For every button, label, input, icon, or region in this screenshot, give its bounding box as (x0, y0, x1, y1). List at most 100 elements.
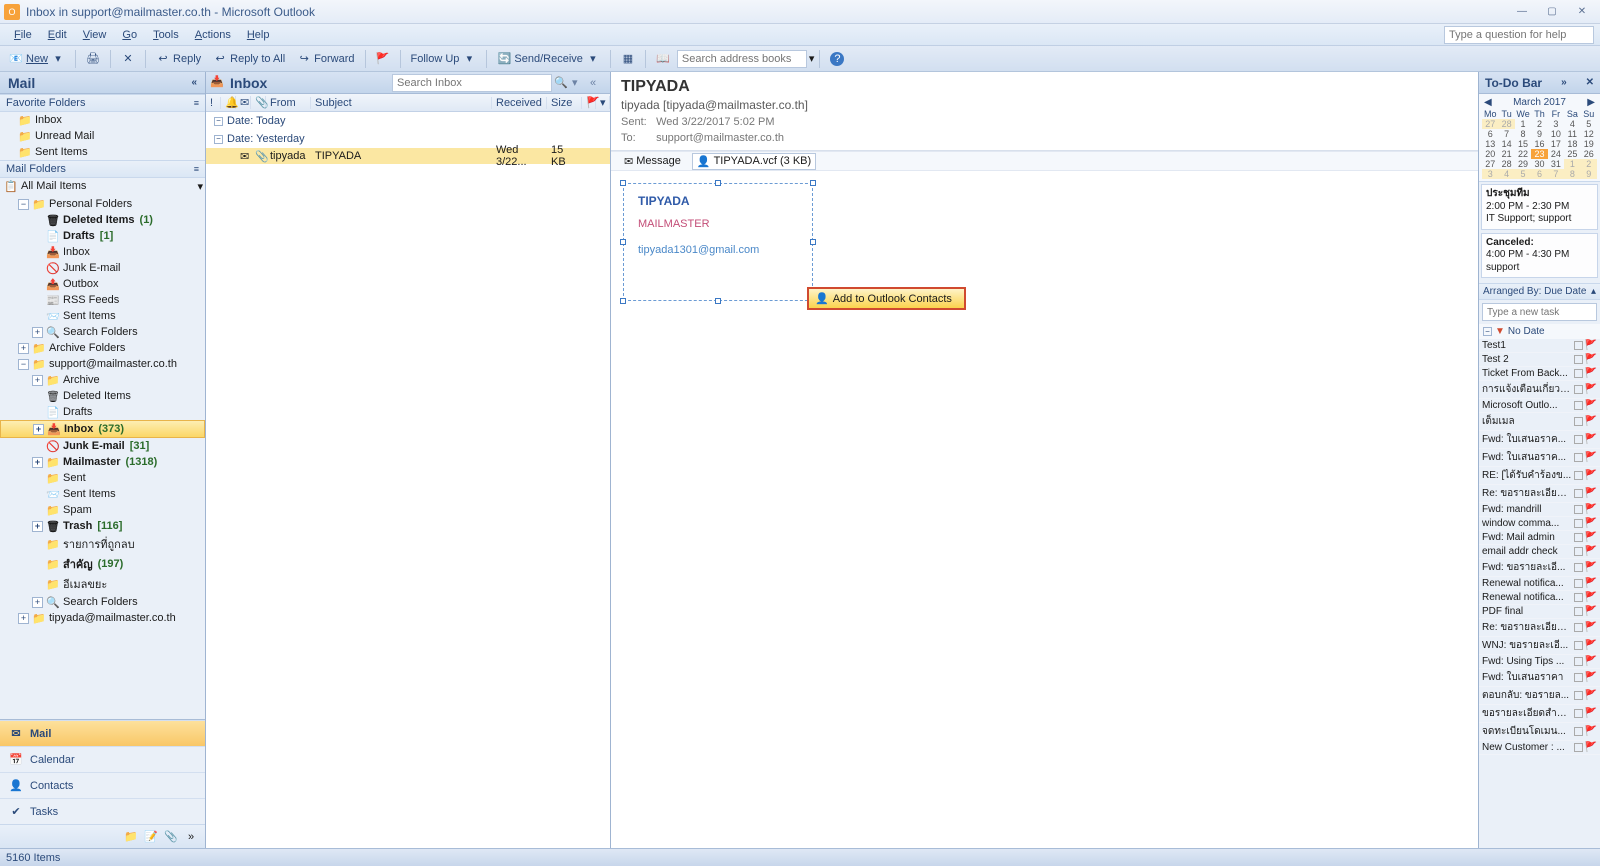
cal-day[interactable]: 11 (1564, 129, 1580, 139)
cal-day[interactable]: 6 (1482, 129, 1498, 139)
fav-inbox[interactable]: 📁Inbox (0, 112, 205, 128)
shortcut-short-icon[interactable]: 📎 (163, 829, 179, 845)
expand-icon[interactable]: + (32, 375, 43, 386)
list-columns[interactable]: ! 🔔 ✉ 📎 From Subject Received Size 🚩 ▾ (206, 94, 610, 112)
folder-personal-folders[interactable]: −📁Personal Folders (0, 196, 205, 212)
task-checkbox[interactable] (1574, 743, 1583, 752)
cal-day[interactable]: 2 (1531, 119, 1547, 129)
delete-button[interactable]: ✕ (116, 50, 140, 68)
task-checkbox[interactable] (1574, 593, 1583, 602)
expand-icon[interactable]: − (18, 359, 29, 370)
cal-day[interactable]: 3 (1482, 169, 1498, 179)
flag-icon[interactable]: 🚩 (1585, 622, 1597, 633)
cal-day[interactable]: 27 (1482, 159, 1498, 169)
task-row[interactable]: Fwd: ใบเสนอราคา🚩 (1479, 669, 1600, 687)
help-button[interactable]: ? (825, 50, 849, 68)
folder-sent-items[interactable]: 📨Sent Items (0, 308, 205, 324)
mailfolders-header[interactable]: Mail Folders≡ (0, 160, 205, 178)
task-row[interactable]: Microsoft Outlo...🚩 (1479, 399, 1600, 413)
task-row[interactable]: Ticket From Back...🚩 (1479, 367, 1600, 381)
flag-icon[interactable]: 🚩 (1585, 592, 1597, 603)
col-received[interactable]: Received (492, 97, 547, 109)
expand-icon[interactable]: + (18, 343, 29, 354)
cal-day[interactable]: 7 (1548, 169, 1564, 179)
col-icon[interactable]: ✉ (236, 96, 251, 109)
shortcut-more-icon[interactable]: » (183, 829, 199, 845)
folder-mailmaster[interactable]: +📁Mailmaster(1318) (0, 454, 205, 470)
appointment[interactable]: Canceled:4:00 PM - 4:30 PMsupport (1481, 233, 1598, 279)
cal-day[interactable]: 12 (1581, 129, 1597, 139)
task-row[interactable]: Fwd: ขอรายละเอี...🚩 (1479, 559, 1600, 577)
forward-button[interactable]: ↪Forward (292, 50, 359, 68)
task-row[interactable]: ตอบกลับ: ขอรายล...🚩 (1479, 687, 1600, 705)
flag-icon[interactable]: 🚩 (1585, 470, 1597, 481)
task-checkbox[interactable] (1574, 369, 1583, 378)
task-row[interactable]: Re: ขอรายละเอียด...🚩 (1479, 619, 1600, 637)
folder-archive-folders[interactable]: +📁Archive Folders (0, 340, 205, 356)
task-checkbox[interactable] (1574, 547, 1583, 556)
categorize-button[interactable]: ▦ (616, 50, 640, 68)
menu-file[interactable]: File (6, 27, 40, 43)
flag-icon[interactable]: 🚩 (1585, 384, 1597, 395)
task-row[interactable]: เต็มเมล🚩 (1479, 413, 1600, 431)
folder-inbox[interactable]: 📥Inbox (0, 244, 205, 260)
folder-rss-feeds[interactable]: 📰RSS Feeds (0, 292, 205, 308)
col-flag[interactable]: 🚩 (582, 96, 596, 109)
shortcut-notes-icon[interactable]: 📝 (143, 829, 159, 845)
cal-day[interactable]: 6 (1531, 169, 1547, 179)
col-importance[interactable]: ! (206, 97, 221, 109)
cal-day[interactable]: 8 (1564, 169, 1580, 179)
folder-trash[interactable]: +🗑Trash[116] (0, 518, 205, 534)
cal-day[interactable]: 1 (1515, 119, 1531, 129)
addressbook-button[interactable]: 📖 (651, 50, 675, 68)
folder------[interactable]: 📁สำคัญ(197) (0, 554, 205, 574)
folder-archive[interactable]: +📁Archive (0, 372, 205, 388)
flag-icon[interactable]: 🚩 (1585, 690, 1597, 701)
flag-icon[interactable]: 🚩 (1585, 488, 1597, 499)
cal-next-icon[interactable]: ▶ (1587, 97, 1595, 108)
list-group[interactable]: −Date: Today (206, 112, 610, 130)
flag-icon[interactable]: 🚩 (1585, 726, 1597, 737)
reply-button[interactable]: ↩Reply (151, 50, 206, 68)
folder-sent[interactable]: 📁Sent (0, 470, 205, 486)
reply-all-button[interactable]: ↩Reply to All (208, 50, 290, 68)
task-checkbox[interactable] (1574, 673, 1583, 682)
nav-contacts[interactable]: 👤Contacts (0, 772, 205, 798)
expand-icon[interactable]: + (18, 613, 29, 624)
expand-icon[interactable]: + (32, 597, 43, 608)
flag-icon[interactable]: 🚩 (1585, 578, 1597, 589)
appointment[interactable]: ประชุมทีม2:00 PM - 2:30 PMIT Support; su… (1481, 184, 1598, 230)
flag-icon[interactable]: 🚩 (1585, 562, 1597, 573)
flag-icon[interactable]: 🚩 (1585, 656, 1597, 667)
all-mail-items[interactable]: 📋All Mail Items▾ (0, 178, 205, 194)
folder-junk-e-mail[interactable]: 🚫Junk E-mail[31] (0, 438, 205, 454)
task-row[interactable]: WNJ: ขอรายละเอี...🚩 (1479, 637, 1600, 655)
cal-day[interactable]: 5 (1515, 169, 1531, 179)
folder---------[interactable]: 📁อีเมลขยะ (0, 574, 205, 594)
task-checkbox[interactable] (1574, 471, 1583, 480)
expand-icon[interactable]: + (32, 457, 43, 468)
task-row[interactable]: RE: [ได้รับคำร้องข...🚩 (1479, 467, 1600, 485)
folder-support-mailmaster-co-th[interactable]: −📁support@mailmaster.co.th (0, 356, 205, 372)
close-button[interactable]: ✕ (1568, 3, 1596, 21)
task-checkbox[interactable] (1574, 341, 1583, 350)
nav-tasks[interactable]: ✔Tasks (0, 798, 205, 824)
new-task-input[interactable] (1482, 303, 1597, 321)
expand-icon[interactable]: + (32, 327, 43, 338)
attach-message-tab[interactable]: ✉Message (619, 153, 686, 170)
flag-icon[interactable]: 🚩 (1585, 742, 1597, 753)
cal-day[interactable]: 13 (1482, 139, 1498, 149)
folder-drafts[interactable]: 📄Drafts[1] (0, 228, 205, 244)
task-group-nodate[interactable]: −▼No Date (1479, 324, 1600, 339)
search-expand-icon[interactable]: « (590, 77, 606, 89)
cal-day[interactable]: 7 (1498, 129, 1514, 139)
cal-day[interactable]: 26 (1581, 149, 1597, 159)
task-checkbox[interactable] (1574, 623, 1583, 632)
maximize-button[interactable]: ▢ (1538, 3, 1566, 21)
nav-calendar[interactable]: 📅Calendar (0, 746, 205, 772)
task-checkbox[interactable] (1574, 435, 1583, 444)
expand-icon[interactable]: + (33, 424, 44, 435)
task-checkbox[interactable] (1574, 563, 1583, 572)
minimize-button[interactable]: — (1508, 3, 1536, 21)
task-checkbox[interactable] (1574, 709, 1583, 718)
